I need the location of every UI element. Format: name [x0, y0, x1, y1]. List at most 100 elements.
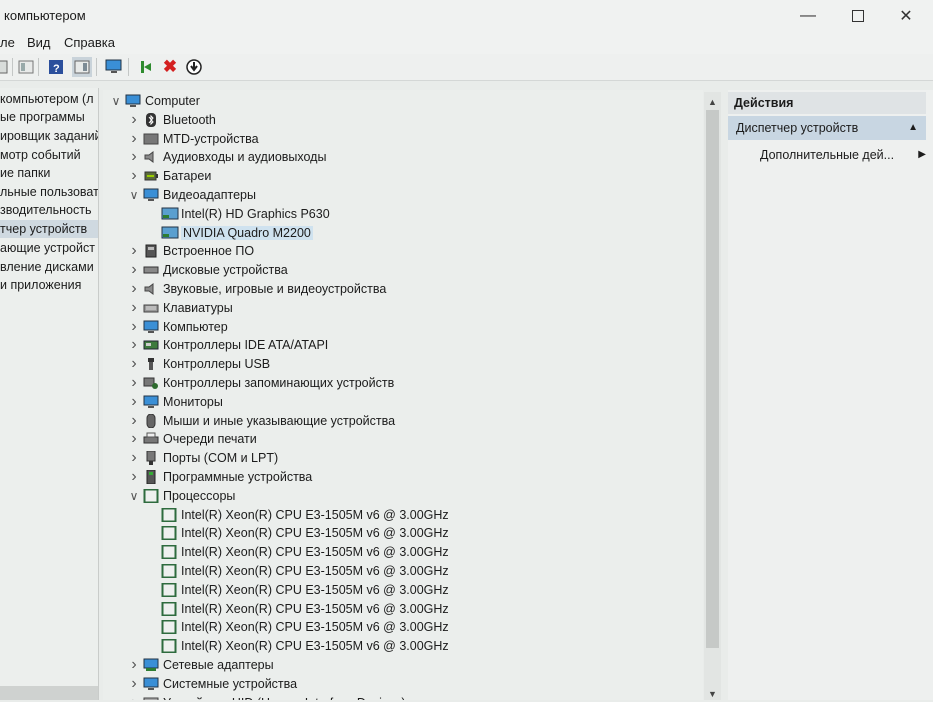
scan-hardware-button[interactable] [104, 57, 124, 77]
nav-item-task-scheduler[interactable]: ировщик заданий [0, 127, 98, 145]
chevron-right-icon[interactable]: › [127, 448, 141, 467]
chevron-right-icon[interactable]: › [127, 429, 141, 448]
more-actions-link[interactable]: Дополнительные дей... ▶ [760, 145, 926, 165]
device-item[interactable]: Intel(R) Xeon(R) CPU E3-1505M v6 @ 3.00G… [159, 505, 449, 524]
device-category[interactable]: › Батареи [127, 166, 211, 185]
ide-controller-icon [143, 338, 159, 352]
enable-device-button[interactable] [136, 57, 156, 77]
nav-item-storage[interactable]: ающие устройст [0, 239, 98, 257]
chevron-right-icon[interactable]: › [127, 354, 141, 373]
menu-view[interactable]: Вид [27, 35, 51, 50]
device-category[interactable]: › Устройства HID (Human Interface Devices… [127, 693, 406, 700]
nav-item-services-applications[interactable]: и приложения [0, 276, 98, 294]
left-pane-scrollbar[interactable] [0, 686, 98, 700]
device-item[interactable]: Intel(R) HD Graphics P630 [159, 204, 330, 223]
uninstall-device-button[interactable]: ✖ [160, 57, 180, 77]
chevron-right-icon[interactable]: › [127, 241, 141, 260]
chevron-down-icon[interactable]: ∨ [127, 185, 141, 204]
device-category[interactable]: › Контроллеры запоминающих устройств [127, 373, 394, 392]
tree-item-label: Intel(R) Xeon(R) CPU E3-1505M v6 @ 3.00G… [181, 544, 449, 559]
menu-help[interactable]: Справка [64, 35, 115, 50]
toolbar-separator [96, 58, 97, 76]
device-category[interactable]: › Очереди печати [127, 429, 256, 448]
device-item[interactable]: Intel(R) Xeon(R) CPU E3-1505M v6 @ 3.00G… [159, 580, 449, 599]
chevron-right-icon[interactable]: › [127, 166, 141, 185]
device-item[interactable]: Intel(R) Xeon(R) CPU E3-1505M v6 @ 3.00G… [159, 561, 449, 580]
chevron-right-icon[interactable]: › [127, 110, 141, 129]
tree-scrollbar[interactable]: ▲ ▼ [704, 92, 721, 700]
update-driver-button[interactable] [184, 57, 204, 77]
nav-item-disk-management[interactable]: вление дисками [0, 258, 98, 276]
chevron-down-icon[interactable]: ∨ [109, 91, 123, 110]
device-category[interactable]: › Bluetooth [127, 110, 216, 129]
chevron-right-icon[interactable]: › [127, 147, 141, 166]
menu-file[interactable]: ле [0, 35, 15, 50]
nav-item-performance[interactable]: зводительность [0, 201, 98, 219]
device-category[interactable]: › Порты (COM и LPT) [127, 448, 278, 467]
device-category[interactable]: ∨ Процессоры [127, 486, 235, 505]
device-category[interactable]: › Системные устройства [127, 674, 297, 693]
device-item[interactable]: Intel(R) Xeon(R) CPU E3-1505M v6 @ 3.00G… [159, 542, 449, 561]
chevron-right-icon[interactable]: › [127, 129, 141, 148]
chevron-right-icon[interactable]: › [127, 467, 141, 486]
device-item[interactable]: NVIDIA Quadro M2200 [159, 223, 313, 242]
tree-root[interactable]: ∨ Computer [109, 91, 200, 110]
scroll-up-button[interactable]: ▲ [704, 94, 721, 110]
device-tree: ∨ Computer › Bluetooth › MTD-устройства › Аудио… [103, 90, 703, 700]
scroll-thumb[interactable] [706, 110, 719, 648]
device-item[interactable]: Intel(R) Xeon(R) CPU E3-1505M v6 @ 3.00G… [159, 599, 449, 618]
device-category[interactable]: › Клавиатуры [127, 298, 232, 317]
device-category[interactable]: › Контроллеры IDE ATA/ATAPI [127, 335, 328, 354]
device-category[interactable]: › Программные устройства [127, 467, 312, 486]
chevron-right-icon[interactable]: › [127, 373, 141, 392]
chevron-right-icon[interactable]: › [127, 260, 141, 279]
forward-button[interactable] [0, 57, 12, 77]
nav-item-system-tools[interactable]: ые программы [0, 108, 98, 126]
nav-item-event-viewer[interactable]: мотр событий [0, 146, 98, 164]
chevron-right-icon[interactable]: › [127, 693, 141, 701]
svg-text:?: ? [53, 63, 60, 75]
device-category[interactable]: › Звуковые, игровые и видеоустройства [127, 279, 386, 298]
chevron-right-icon[interactable]: › [127, 674, 141, 693]
help-button[interactable]: ? [46, 57, 66, 77]
device-category[interactable]: › MTD-устройства [127, 129, 258, 148]
show-hide-action-pane-button[interactable] [72, 57, 92, 77]
device-item[interactable]: Intel(R) Xeon(R) CPU E3-1505M v6 @ 3.00G… [159, 523, 449, 542]
chevron-right-icon[interactable]: › [127, 279, 141, 298]
processor-icon [161, 525, 177, 540]
usb-icon [143, 357, 159, 371]
chevron-right-icon[interactable]: › [127, 317, 141, 336]
maximize-button[interactable] [838, 4, 878, 28]
device-item[interactable]: Intel(R) Xeon(R) CPU E3-1505M v6 @ 3.00G… [159, 636, 449, 655]
chevron-up-icon: ▲ [708, 97, 717, 107]
show-hide-console-tree-button[interactable] [16, 57, 36, 77]
chevron-down-icon[interactable]: ∨ [127, 486, 141, 505]
device-category[interactable]: › Мониторы [127, 392, 223, 411]
processor-icon [161, 507, 177, 522]
device-category[interactable]: › Сетевые адаптеры [127, 655, 273, 674]
nav-item-shared-folders[interactable]: ие папки [0, 164, 98, 182]
delete-icon: ✖ [162, 57, 178, 76]
nav-item-local-users[interactable]: льные пользовате [0, 183, 98, 201]
hid-icon [143, 696, 159, 700]
chevron-right-icon[interactable]: › [127, 655, 141, 674]
nav-item-device-manager[interactable]: тчер устройств [0, 220, 98, 238]
device-category[interactable]: ∨ Видеоадаптеры [127, 185, 256, 204]
device-item[interactable]: Intel(R) Xeon(R) CPU E3-1505M v6 @ 3.00G… [159, 617, 449, 636]
chevron-right-icon[interactable]: › [127, 298, 141, 317]
toolbar-separator [12, 58, 13, 76]
actions-section-device-manager[interactable]: Диспетчер устройств ▲ [728, 116, 926, 140]
device-category[interactable]: › Контроллеры USB [127, 354, 270, 373]
device-category[interactable]: › Дисковые устройства [127, 260, 287, 279]
device-category[interactable]: › Встроенное ПО [127, 241, 254, 260]
chevron-right-icon[interactable]: › [127, 335, 141, 354]
device-category[interactable]: › Аудиовходы и аудиовыходы [127, 147, 326, 166]
device-category[interactable]: › Компьютер [127, 317, 227, 336]
tree-item-label: Звуковые, игровые и видеоустройства [163, 281, 387, 296]
chevron-right-icon[interactable]: › [127, 411, 141, 430]
close-button[interactable]: ✕ [886, 4, 926, 28]
nav-item-computer-management[interactable]: компьютером (л [0, 90, 98, 108]
chevron-right-icon[interactable]: › [127, 392, 141, 411]
minimize-button[interactable]: — [788, 4, 828, 28]
device-category[interactable]: › Мыши и иные указывающие устройства [127, 411, 395, 430]
